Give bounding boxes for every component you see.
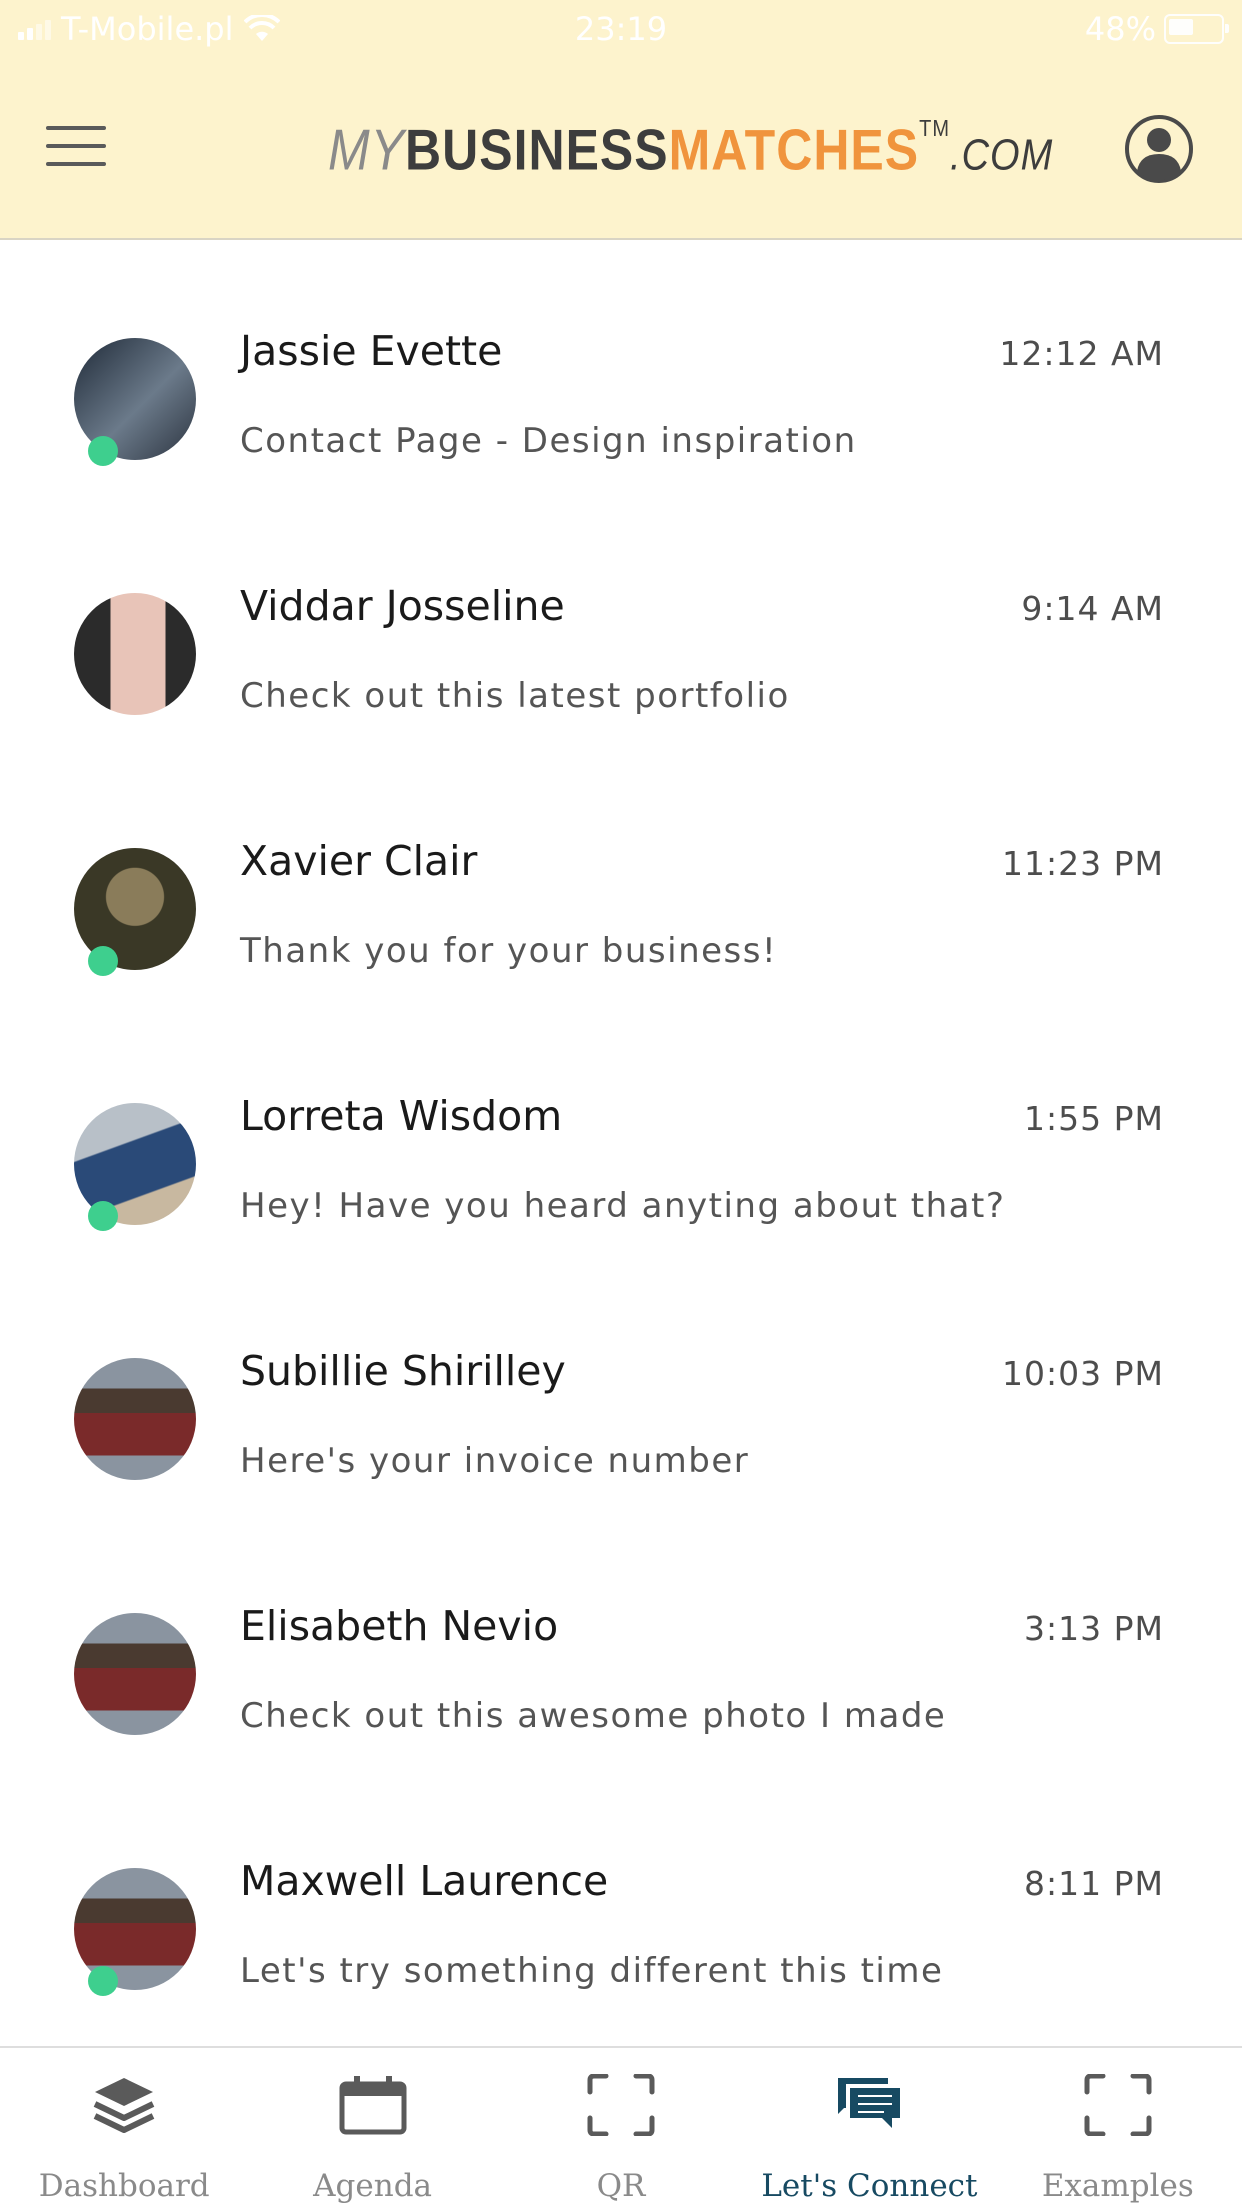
message-preview: Hey! Have you heard anyting about that? [240,1186,1006,1226]
message-time: 11:23 PM [1002,844,1164,883]
user-circle-icon [1125,115,1193,183]
conversation-row[interactable]: Xavier Clair 11:23 PM Thank you for your… [0,750,1242,1005]
hamburger-icon [46,126,106,130]
contact-name: Elisabeth Nevio [240,1602,559,1650]
online-indicator [88,436,118,466]
message-time: 12:12 AM [999,334,1164,373]
tab-label: Dashboard [38,2168,210,2204]
battery-percent: 48% [1084,10,1156,48]
message-time: 9:14 AM [1021,589,1164,628]
scan-frame-icon [1084,2074,1152,2136]
tab-lets-connect[interactable]: Let's Connect [745,2048,993,2210]
logo-wordmark: MYBUSINESSMATCHESTM.COM [328,116,1054,183]
message-preview: Thank you for your business! [240,931,778,971]
layers-icon [93,2078,155,2133]
message-time: 10:03 PM [1002,1354,1164,1393]
message-time: 1:55 PM [1024,1099,1164,1138]
status-bar: T-Mobile.pl 23:19 48% [0,0,1242,62]
tab-examples[interactable]: Examples [994,2048,1242,2210]
message-preview: Check out this awesome photo I made [240,1696,947,1736]
conversation-row[interactable]: Jassie Evette 12:12 AM Contact Page - De… [0,240,1242,495]
contact-name: Viddar Josseline [240,582,565,630]
message-preview: Here's your invoice number [240,1441,750,1481]
contact-name: Jassie Evette [240,327,503,375]
tab-bar: Dashboard Agenda QR Let's Connect Exampl… [0,2046,1242,2210]
tab-label: Agenda [313,2168,433,2204]
tab-label: Let's Connect [761,2168,978,2204]
online-indicator [88,1201,118,1231]
battery-info: 48% [1084,10,1229,48]
app-logo: MYBUSINESSMATCHESTM.COM [314,98,1052,202]
scan-frame-icon [587,2074,655,2136]
avatar [74,593,196,715]
battery-icon [1164,14,1229,44]
contact-name: Subillie Shirilley [240,1347,566,1395]
conversation-row[interactable]: Lorreta Wisdom 1:55 PM Hey! Have you hea… [0,1005,1242,1260]
conversation-row[interactable]: Viddar Josseline 9:14 AM Check out this … [0,495,1242,750]
conversation-row[interactable]: Elisabeth Nevio 3:13 PM Check out this a… [0,1515,1242,1770]
status-time: 23:19 [574,10,668,48]
tab-qr[interactable]: QR [497,2048,745,2210]
app-header: T-Mobile.pl 23:19 48% MYBUSINESSMATCHEST… [0,0,1242,240]
tab-label: Examples [1041,2168,1194,2204]
menu-button[interactable] [46,126,106,166]
calendar-icon [339,2076,407,2135]
online-indicator [88,1966,118,1996]
avatar [74,1613,196,1735]
conversation-row[interactable]: Subillie Shirilley 10:03 PM Here's your … [0,1260,1242,1515]
avatar [74,1358,196,1480]
contact-name: Xavier Clair [240,837,478,885]
conversation-row[interactable]: Maxwell Laurence 8:11 PM Let's try somet… [0,1770,1242,2025]
message-time: 8:11 PM [1024,1864,1164,1903]
contact-name: Lorreta Wisdom [240,1092,563,1140]
online-indicator [88,946,118,976]
message-preview: Contact Page - Design inspiration [240,421,857,461]
message-preview: Let's try something different this time [240,1951,944,1991]
chat-bubbles-icon [838,2078,901,2128]
contact-name: Maxwell Laurence [240,1857,609,1905]
tab-dashboard[interactable]: Dashboard [0,2048,248,2210]
message-preview: Check out this latest portfolio [240,676,790,716]
tab-agenda[interactable]: Agenda [248,2048,496,2210]
profile-button[interactable] [1124,114,1194,184]
tab-label: QR [596,2168,646,2204]
message-time: 3:13 PM [1024,1609,1164,1648]
